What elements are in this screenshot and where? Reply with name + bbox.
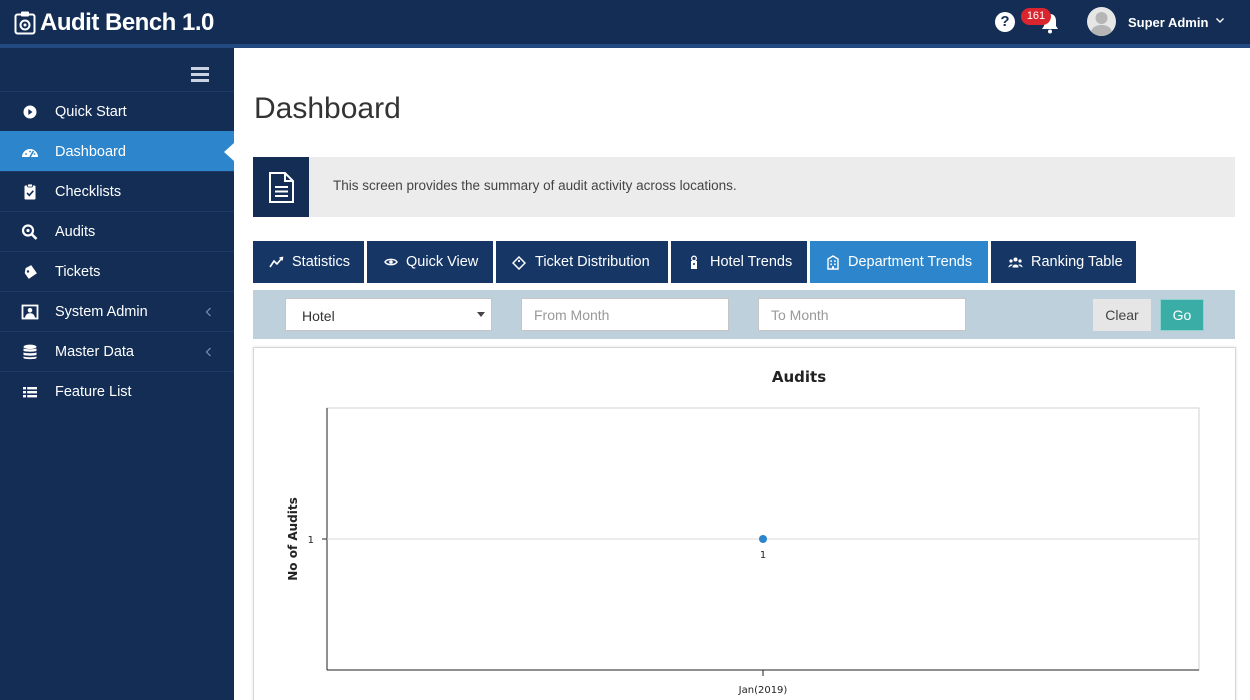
document-icon bbox=[269, 172, 294, 203]
door-hanger-icon bbox=[691, 255, 697, 269]
sidebar-item-audits[interactable]: Audits bbox=[0, 211, 234, 251]
menu-toggle-icon[interactable] bbox=[191, 67, 209, 83]
database-icon bbox=[23, 344, 37, 360]
y-tick-label: 1 bbox=[308, 535, 314, 546]
sidebar-item-label: Master Data bbox=[55, 344, 134, 360]
tab-ranking-table[interactable]: Ranking Table bbox=[991, 241, 1136, 283]
page-title: Dashboard bbox=[254, 92, 401, 125]
ticket-tag-icon bbox=[512, 256, 526, 270]
notification-badge: 161 bbox=[1021, 8, 1051, 25]
tab-label: Ticket Distribution bbox=[535, 254, 650, 270]
building-icon bbox=[827, 255, 839, 270]
sidebar-item-label: Feature List bbox=[55, 384, 132, 400]
filter-bar: Hotel Clear Go bbox=[253, 290, 1235, 339]
tab-label: Hotel Trends bbox=[710, 254, 793, 270]
info-banner: This screen provides the summary of audi… bbox=[253, 157, 1235, 217]
tab-quick-view[interactable]: Quick View bbox=[367, 241, 493, 283]
list-icon bbox=[23, 387, 37, 398]
to-month-input[interactable] bbox=[758, 298, 966, 331]
avatar[interactable] bbox=[1087, 7, 1116, 36]
eye-icon bbox=[384, 258, 398, 266]
info-banner-icon-box bbox=[253, 157, 309, 217]
chart-title: Audits bbox=[772, 368, 826, 386]
user-name[interactable]: Super Admin bbox=[1128, 15, 1208, 30]
sidebar-item-label: Dashboard bbox=[55, 144, 126, 160]
app-brand[interactable]: Audit Bench 1.0 bbox=[14, 8, 214, 38]
data-point bbox=[759, 535, 767, 543]
tab-department-trends[interactable]: Department Trends bbox=[810, 241, 988, 283]
user-silhouette-icon bbox=[1090, 12, 1113, 36]
chevron-down-icon[interactable] bbox=[1215, 15, 1225, 25]
location-select[interactable]: Hotel bbox=[285, 298, 492, 331]
go-button[interactable]: Go bbox=[1160, 299, 1204, 331]
tab-label: Ranking Table bbox=[1031, 254, 1123, 270]
sidebar-item-dashboard[interactable]: Dashboard bbox=[0, 131, 234, 171]
sidebar-item-tickets[interactable]: Tickets bbox=[0, 251, 234, 291]
users-group-icon bbox=[1008, 257, 1023, 268]
tab-label: Statistics bbox=[292, 254, 351, 270]
clear-button[interactable]: Clear bbox=[1093, 299, 1151, 331]
sidebar-item-label: Audits bbox=[55, 224, 96, 240]
sidebar-item-quick-start[interactable]: Quick Start bbox=[0, 91, 234, 131]
tab-ticket-distribution[interactable]: Ticket Distribution bbox=[496, 241, 668, 283]
search-audit-icon bbox=[21, 224, 38, 240]
chevron-left-icon bbox=[205, 347, 211, 357]
audits-chart: Audits 1 No of Audits Jan(2019) 1 bbox=[286, 368, 1200, 696]
from-month-input[interactable] bbox=[521, 298, 729, 331]
sidebar-item-label: Tickets bbox=[55, 264, 101, 280]
data-label: 1 bbox=[760, 550, 766, 561]
y-axis-label: No of Audits bbox=[286, 497, 300, 581]
app-title: Audit Bench 1.0 bbox=[40, 9, 214, 36]
caret-down-icon bbox=[477, 312, 485, 317]
play-circle-icon bbox=[23, 105, 37, 119]
sidebar-item-label: Checklists bbox=[55, 184, 122, 200]
tab-statistics[interactable]: Statistics bbox=[253, 241, 364, 283]
location-select-value: Hotel bbox=[302, 308, 335, 324]
tab-label: Quick View bbox=[406, 254, 479, 270]
admin-portrait-icon bbox=[21, 304, 39, 320]
audit-bench-logo-icon bbox=[14, 11, 36, 35]
sidebar-item-label: Quick Start bbox=[55, 104, 127, 120]
x-tick-label: Jan(2019) bbox=[738, 685, 788, 696]
line-chart-icon bbox=[269, 256, 284, 268]
sidebar: Quick Start Dashboard Checklists Audits … bbox=[0, 48, 234, 700]
tab-hotel-trends[interactable]: Hotel Trends bbox=[671, 241, 807, 283]
sidebar-item-feature-list[interactable]: Feature List bbox=[0, 371, 234, 411]
top-navbar: Audit Bench 1.0 ? 161 Super Admin bbox=[0, 0, 1250, 48]
sidebar-item-system-admin[interactable]: System Admin bbox=[0, 291, 234, 331]
sidebar-item-label: System Admin bbox=[55, 304, 148, 320]
sidebar-nav: Quick Start Dashboard Checklists Audits … bbox=[0, 91, 234, 411]
dashboard-gauge-icon bbox=[22, 149, 38, 158]
chevron-left-icon bbox=[205, 307, 211, 317]
sidebar-item-checklists[interactable]: Checklists bbox=[0, 171, 234, 211]
tab-label: Department Trends bbox=[848, 254, 973, 270]
chart-panel: Audits 1 No of Audits Jan(2019) 1 bbox=[253, 347, 1236, 700]
ticket-icon bbox=[24, 265, 37, 279]
sidebar-item-master-data[interactable]: Master Data bbox=[0, 331, 234, 371]
help-icon[interactable]: ? bbox=[995, 12, 1015, 32]
info-banner-text: This screen provides the summary of audi… bbox=[333, 178, 737, 193]
clipboard-check-icon bbox=[24, 184, 36, 200]
